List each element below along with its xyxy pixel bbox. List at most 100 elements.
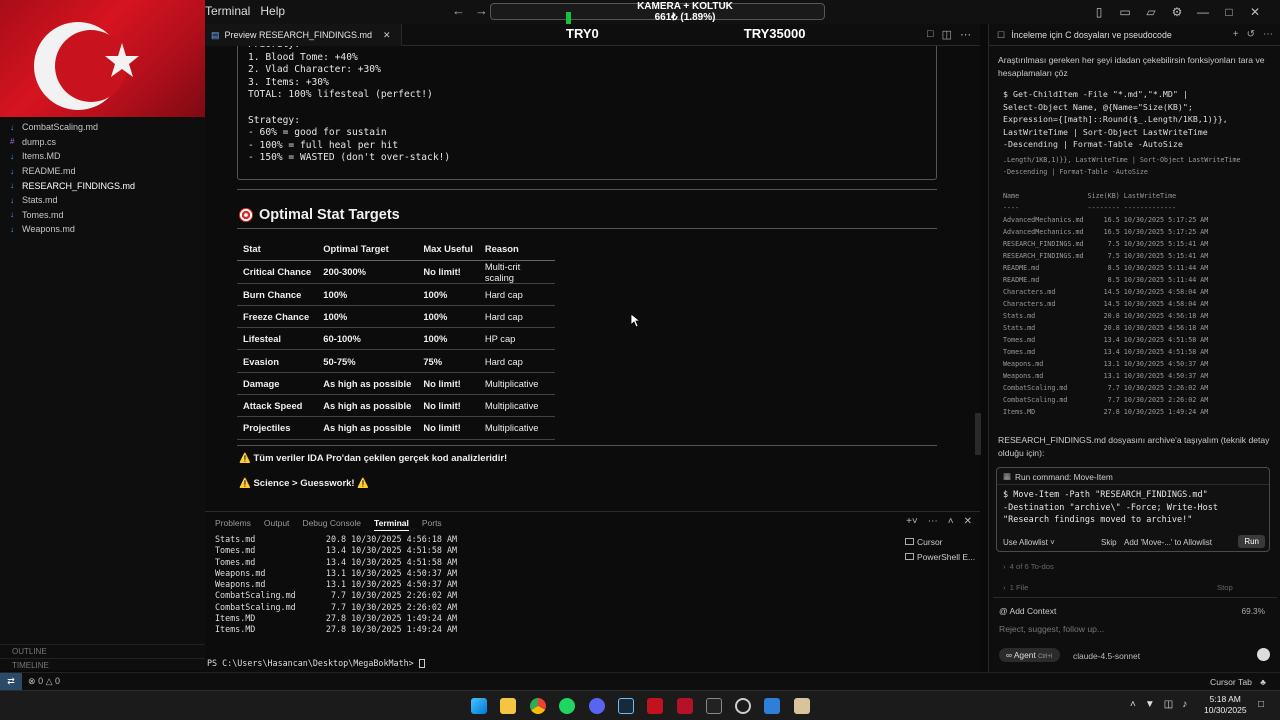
toggle-secondary-icon[interactable]: ▱ bbox=[1144, 5, 1158, 19]
character-app-icon[interactable] bbox=[794, 698, 810, 714]
app-red-icon[interactable] bbox=[647, 698, 663, 714]
file-item-active[interactable]: ↓ RESEARCH_FINDINGS.md bbox=[0, 178, 205, 193]
file-item[interactable]: ↓ README.md bbox=[0, 164, 205, 179]
table-row: Freeze Chance 100% 100% Hard cap bbox=[237, 305, 555, 329]
tab-ports[interactable]: Ports bbox=[422, 518, 442, 531]
donation-ticker: TRY0 TRY35000 bbox=[566, 26, 805, 41]
tab-preview-research-findings[interactable]: ▤ Preview RESEARCH_FINDINGS.md ✕ bbox=[205, 24, 402, 46]
tab-terminal[interactable]: Terminal bbox=[374, 518, 409, 531]
steam-icon[interactable] bbox=[618, 698, 634, 714]
terminal-item-powershell[interactable]: PowerShell E... bbox=[905, 549, 975, 564]
chat-icon: ☐ bbox=[997, 30, 1005, 40]
table-row: Projectiles As high as possible No limit! M… bbox=[237, 416, 555, 440]
run-button[interactable]: Run bbox=[1238, 535, 1265, 548]
table-cell: 100% bbox=[417, 305, 479, 329]
files-summary[interactable]: › 1 File bbox=[1003, 583, 1028, 592]
file-explorer-icon[interactable] bbox=[500, 698, 516, 714]
toggle-panel-icon[interactable]: ▭ bbox=[1118, 5, 1132, 19]
table-row: Critical Chance 200-300% No limit! Multi-cr… bbox=[237, 260, 555, 284]
outline-section[interactable]: OUTLINE bbox=[0, 644, 205, 658]
open-source-icon[interactable]: □ bbox=[927, 28, 934, 41]
app-stripes-icon[interactable] bbox=[677, 698, 693, 714]
terminal-output[interactable]: Stats.md 20.8 10/30/2025 4:56:18 AM Tome… bbox=[215, 534, 457, 635]
split-editor-icon[interactable]: ◫ bbox=[942, 28, 952, 41]
add-allowlist-button[interactable]: Add 'Move-...' to Allowlist bbox=[1124, 538, 1212, 547]
turkish-flag-image bbox=[0, 0, 205, 117]
chat-input[interactable]: Reject, suggest, follow up... bbox=[999, 624, 1104, 634]
table-cell: No limit! bbox=[417, 394, 479, 418]
markdown-icon: ↓ bbox=[10, 224, 14, 234]
table-cell: Hard cap bbox=[478, 349, 555, 373]
file-item[interactable]: ↓ Stats.md bbox=[0, 193, 205, 208]
spotify-icon[interactable] bbox=[559, 698, 575, 714]
close-panel-icon[interactable]: ✕ bbox=[964, 516, 972, 527]
terminal-app-icon[interactable] bbox=[706, 698, 722, 714]
microphone-icon[interactable]: ▼ bbox=[1145, 699, 1155, 710]
cursor-tab-indicator[interactable]: Cursor Tab ♣ bbox=[1210, 677, 1266, 687]
markdown-icon: ↓ bbox=[10, 181, 14, 191]
toggle-sidebar-icon[interactable]: ▯ bbox=[1092, 5, 1106, 19]
close-icon[interactable]: ✕ bbox=[1248, 5, 1262, 19]
skip-button[interactable]: Skip bbox=[1101, 538, 1117, 547]
menu-help[interactable]: Help bbox=[260, 4, 285, 18]
terminal-item-cursor[interactable]: Cursor bbox=[905, 534, 975, 549]
discord-icon[interactable] bbox=[589, 698, 605, 714]
image-app-icon[interactable] bbox=[764, 698, 780, 714]
settings-gear-icon[interactable]: ⚙ bbox=[1170, 5, 1184, 19]
remote-indicator-icon[interactable]: ⇄ bbox=[0, 673, 22, 690]
file-item[interactable]: ↓ Items.MD bbox=[0, 149, 205, 164]
maximize-panel-icon[interactable]: ˄ bbox=[948, 516, 954, 527]
stop-button[interactable]: Stop bbox=[1217, 583, 1233, 592]
notification-icon[interactable]: □ bbox=[1258, 699, 1264, 710]
circle-app-icon[interactable] bbox=[735, 698, 751, 714]
terminal-prompt[interactable]: PS C:\Users\Hasancan\Desktop\MegaBokMath… bbox=[207, 658, 425, 668]
agent-chat-panel: ☐ İnceleme için C dosyaları ve pseudocod… bbox=[988, 24, 1280, 672]
close-tab-icon[interactable]: ✕ bbox=[383, 30, 391, 41]
tab-problems[interactable]: Problems bbox=[215, 518, 251, 531]
todos-summary[interactable]: › 4 of 6 To-dos bbox=[1003, 562, 1054, 571]
add-context-button[interactable]: @ Add Context bbox=[999, 606, 1056, 616]
system-tray: ˄ ▼ ◫ ♪ bbox=[1130, 699, 1187, 710]
file-item[interactable]: ↓ CombatScaling.md bbox=[0, 120, 205, 135]
history-icon[interactable]: ↺ bbox=[1247, 29, 1255, 40]
table-cell: 100% bbox=[417, 327, 479, 351]
more-icon[interactable]: ⋯ bbox=[928, 516, 938, 527]
chrome-icon[interactable] bbox=[530, 698, 546, 714]
windows-start-icon[interactable] bbox=[471, 698, 487, 714]
volume-icon[interactable]: ♪ bbox=[1182, 699, 1187, 710]
network-icon[interactable]: ◫ bbox=[1164, 699, 1173, 710]
allowlist-dropdown[interactable]: Use Allowlist ˅ bbox=[1003, 538, 1055, 547]
more-actions-icon[interactable]: ⋯ bbox=[960, 28, 971, 41]
agent-mode-selector[interactable]: ∞ Agent Ctrl+I bbox=[999, 648, 1060, 662]
chevron-up-icon[interactable]: ˄ bbox=[1130, 699, 1136, 710]
model-selector[interactable]: claude-4.5-sonnet bbox=[1073, 651, 1140, 661]
file-item[interactable]: ↓ Tomes.md bbox=[0, 208, 205, 223]
chevron-right-icon: › bbox=[1003, 583, 1006, 592]
file-item[interactable]: ↓ Weapons.md bbox=[0, 222, 205, 237]
panel-tabs: Problems Output Debug Console Terminal P… bbox=[215, 518, 442, 531]
column-header: Stat bbox=[237, 238, 318, 261]
taskbar: ˄ ▼ ◫ ♪ 5:18 AM 10/30/2025 □ bbox=[0, 690, 1280, 720]
table-cell: Burn Chance bbox=[237, 283, 318, 306]
error-icon: ⊗ bbox=[28, 676, 36, 686]
tab-debug-console[interactable]: Debug Console bbox=[302, 518, 361, 531]
terminal-icon: ▦ bbox=[1003, 471, 1011, 481]
timeline-section[interactable]: TIMELINE bbox=[0, 658, 205, 672]
problems-indicator[interactable]: ⊗ 0 △ 0 bbox=[28, 676, 60, 687]
heading-underline bbox=[237, 228, 937, 229]
forward-arrow-icon[interactable]: → bbox=[475, 3, 488, 18]
new-chat-icon[interactable]: + bbox=[1233, 29, 1239, 40]
clock[interactable]: 5:18 AM 10/30/2025 bbox=[1204, 694, 1247, 716]
stop-generation-button[interactable] bbox=[1257, 648, 1270, 661]
minimize-icon[interactable]: — bbox=[1196, 5, 1210, 19]
back-arrow-icon[interactable]: ← bbox=[452, 3, 465, 18]
file-item[interactable]: # dump.cs bbox=[0, 135, 205, 150]
chat-header-actions: + ↺ ⋯ bbox=[1233, 29, 1273, 40]
tab-output[interactable]: Output bbox=[264, 518, 290, 531]
scrollbar-thumb[interactable] bbox=[975, 413, 981, 455]
ticker-goal: TRY35000 bbox=[743, 26, 806, 41]
menu-terminal[interactable]: Terminal bbox=[205, 4, 250, 18]
maximize-icon[interactable]: □ bbox=[1222, 5, 1236, 19]
new-terminal-icon[interactable]: +˅ bbox=[906, 516, 918, 527]
more-icon[interactable]: ⋯ bbox=[1263, 29, 1273, 40]
